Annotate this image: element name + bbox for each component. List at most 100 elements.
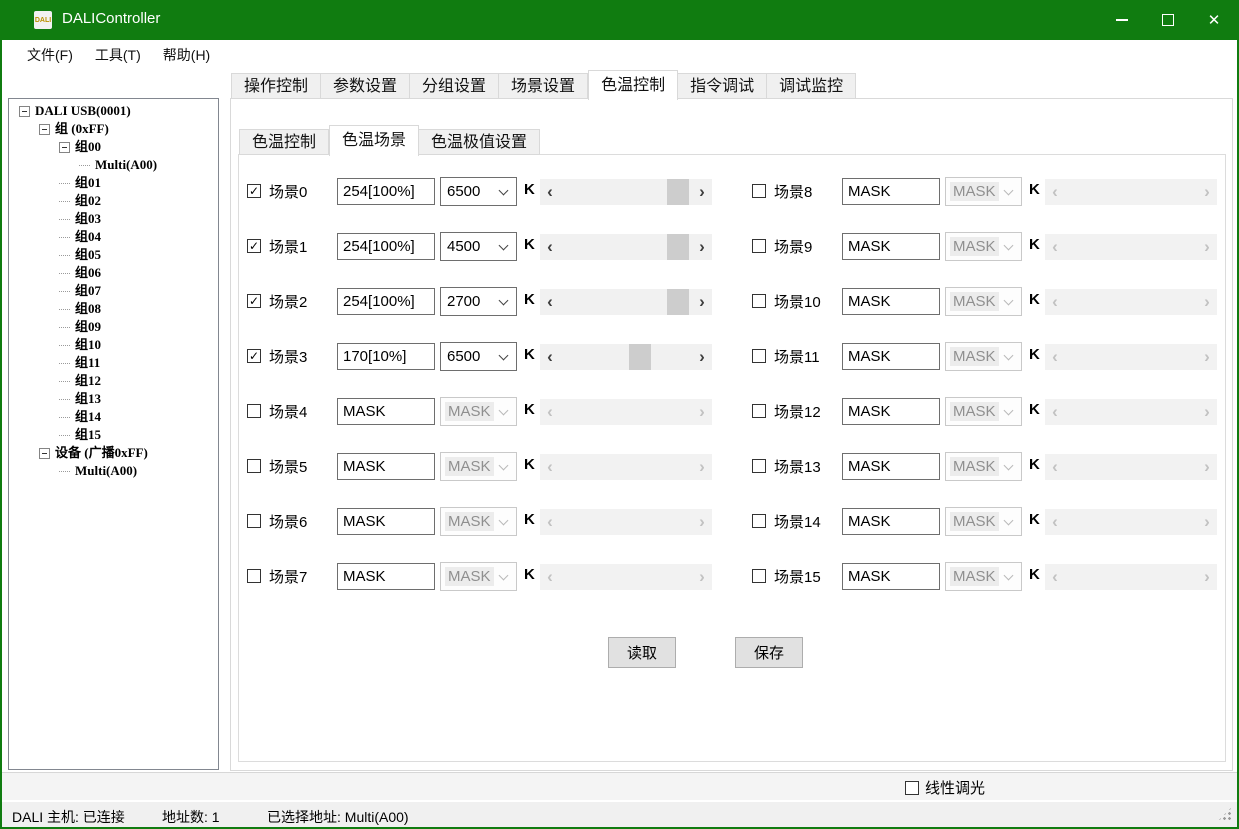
scrollbar-right-arrow-icon[interactable]: › <box>1197 509 1217 535</box>
tree-item[interactable]: 设备 (广播0xFF) <box>39 444 218 462</box>
scrollbar-thumb[interactable] <box>667 179 689 205</box>
scene-level-input[interactable] <box>842 288 940 315</box>
resize-grip[interactable] <box>1218 807 1232 821</box>
scene-scrollbar[interactable]: ‹› <box>1045 289 1217 315</box>
tree-item[interactable]: 组04 <box>59 228 218 246</box>
tab-场景设置[interactable]: 场景设置 <box>499 73 588 99</box>
scene-scrollbar[interactable]: ‹› <box>540 344 712 370</box>
scene-temp-select[interactable]: MASK <box>945 452 1022 481</box>
minimize-button[interactable] <box>1099 0 1145 40</box>
tree-item[interactable]: 组12 <box>59 372 218 390</box>
scene-temp-select[interactable]: 4500 <box>440 232 517 261</box>
scrollbar-left-arrow-icon[interactable]: ‹ <box>1045 509 1065 535</box>
scrollbar-track[interactable] <box>1065 344 1197 370</box>
tab-分组设置[interactable]: 分组设置 <box>410 73 499 99</box>
scene-checkbox[interactable] <box>752 404 766 418</box>
scene-scrollbar[interactable]: ‹› <box>1045 509 1217 535</box>
scrollbar-track[interactable] <box>560 509 692 535</box>
scrollbar-track[interactable] <box>560 564 692 590</box>
scene-temp-select[interactable]: MASK <box>945 177 1022 206</box>
scene-checkbox[interactable] <box>247 404 261 418</box>
read-button[interactable]: 读取 <box>608 637 676 668</box>
scene-scrollbar[interactable]: ‹› <box>1045 564 1217 590</box>
scene-temp-select[interactable]: MASK <box>440 507 517 536</box>
scene-checkbox[interactable] <box>752 239 766 253</box>
tab-操作控制[interactable]: 操作控制 <box>231 73 321 99</box>
menu-item-1[interactable]: 工具(T) <box>84 40 152 70</box>
scrollbar-left-arrow-icon[interactable]: ‹ <box>540 399 560 425</box>
scene-checkbox[interactable] <box>752 184 766 198</box>
scene-checkbox[interactable] <box>752 349 766 363</box>
scene-scrollbar[interactable]: ‹› <box>540 234 712 260</box>
scrollbar-left-arrow-icon[interactable]: ‹ <box>1045 399 1065 425</box>
scene-temp-select[interactable]: MASK <box>945 287 1022 316</box>
scene-level-input[interactable] <box>337 233 435 260</box>
tree-expander-icon[interactable] <box>59 142 70 153</box>
tree-expander-icon[interactable] <box>39 124 50 135</box>
scrollbar-track[interactable] <box>1065 234 1197 260</box>
scrollbar-right-arrow-icon[interactable]: › <box>1197 344 1217 370</box>
scrollbar-track[interactable] <box>1065 399 1197 425</box>
tree-item[interactable]: 组02 <box>59 192 218 210</box>
scrollbar-left-arrow-icon[interactable]: ‹ <box>540 344 560 370</box>
scrollbar-right-arrow-icon[interactable]: › <box>692 399 712 425</box>
scrollbar-track[interactable] <box>1065 564 1197 590</box>
tree-expander-icon[interactable] <box>19 106 30 117</box>
tab-指令调试[interactable]: 指令调试 <box>678 73 767 99</box>
tree-item[interactable]: 组15 <box>59 426 218 444</box>
tree-item[interactable]: 组01 <box>59 174 218 192</box>
scene-temp-select[interactable]: MASK <box>945 397 1022 426</box>
scrollbar-left-arrow-icon[interactable]: ‹ <box>1045 564 1065 590</box>
menu-item-2[interactable]: 帮助(H) <box>152 40 221 70</box>
scene-scrollbar[interactable]: ‹› <box>1045 179 1217 205</box>
scrollbar-left-arrow-icon[interactable]: ‹ <box>540 179 560 205</box>
scrollbar-track[interactable] <box>1065 289 1197 315</box>
save-button[interactable]: 保存 <box>735 637 803 668</box>
scene-checkbox[interactable]: ✓ <box>247 294 261 308</box>
scene-scrollbar[interactable]: ‹› <box>540 179 712 205</box>
scene-checkbox[interactable] <box>752 294 766 308</box>
scene-scrollbar[interactable]: ‹› <box>540 289 712 315</box>
scene-temp-select[interactable]: 2700 <box>440 287 517 316</box>
tree-item[interactable]: 组00 <box>59 138 218 156</box>
scene-temp-select[interactable]: MASK <box>945 507 1022 536</box>
scrollbar-right-arrow-icon[interactable]: › <box>692 564 712 590</box>
scene-scrollbar[interactable]: ‹› <box>1045 344 1217 370</box>
scrollbar-left-arrow-icon[interactable]: ‹ <box>1045 179 1065 205</box>
scrollbar-track[interactable] <box>560 454 692 480</box>
scene-level-input[interactable] <box>337 453 435 480</box>
tab-调试监控[interactable]: 调试监控 <box>767 73 856 99</box>
scrollbar-track[interactable] <box>560 399 692 425</box>
tree-item[interactable]: 组14 <box>59 408 218 426</box>
menu-item-0[interactable]: 文件(F) <box>16 40 84 70</box>
scrollbar-left-arrow-icon[interactable]: ‹ <box>1045 344 1065 370</box>
scene-checkbox[interactable] <box>752 569 766 583</box>
scene-scrollbar[interactable]: ‹› <box>540 454 712 480</box>
scene-temp-select[interactable]: MASK <box>440 397 517 426</box>
scene-checkbox[interactable] <box>247 569 261 583</box>
tree-expander-icon[interactable] <box>39 448 50 459</box>
scene-level-input[interactable] <box>842 508 940 535</box>
scene-level-input[interactable] <box>337 398 435 425</box>
tree-item[interactable]: 组10 <box>59 336 218 354</box>
scene-temp-select[interactable]: MASK <box>945 562 1022 591</box>
tree-item[interactable]: 组13 <box>59 390 218 408</box>
scene-checkbox[interactable]: ✓ <box>247 349 261 363</box>
tree-item[interactable]: 组08 <box>59 300 218 318</box>
scrollbar-right-arrow-icon[interactable]: › <box>1197 564 1217 590</box>
scrollbar-left-arrow-icon[interactable]: ‹ <box>540 289 560 315</box>
scene-temp-select[interactable]: 6500 <box>440 342 517 371</box>
scrollbar-track[interactable] <box>560 344 692 370</box>
scrollbar-track[interactable] <box>1065 509 1197 535</box>
scene-scrollbar[interactable]: ‹› <box>540 399 712 425</box>
scrollbar-right-arrow-icon[interactable]: › <box>1197 454 1217 480</box>
tab-色温控制[interactable]: 色温控制 <box>588 70 678 100</box>
tree-item[interactable]: 组07 <box>59 282 218 300</box>
scene-level-input[interactable] <box>842 563 940 590</box>
scene-level-input[interactable] <box>337 288 435 315</box>
scrollbar-left-arrow-icon[interactable]: ‹ <box>1045 289 1065 315</box>
scene-level-input[interactable] <box>842 343 940 370</box>
tree-item[interactable]: Multi(A00) <box>59 462 218 480</box>
tree-item[interactable]: DALI USB(0001) <box>19 102 218 120</box>
scrollbar-left-arrow-icon[interactable]: ‹ <box>540 234 560 260</box>
